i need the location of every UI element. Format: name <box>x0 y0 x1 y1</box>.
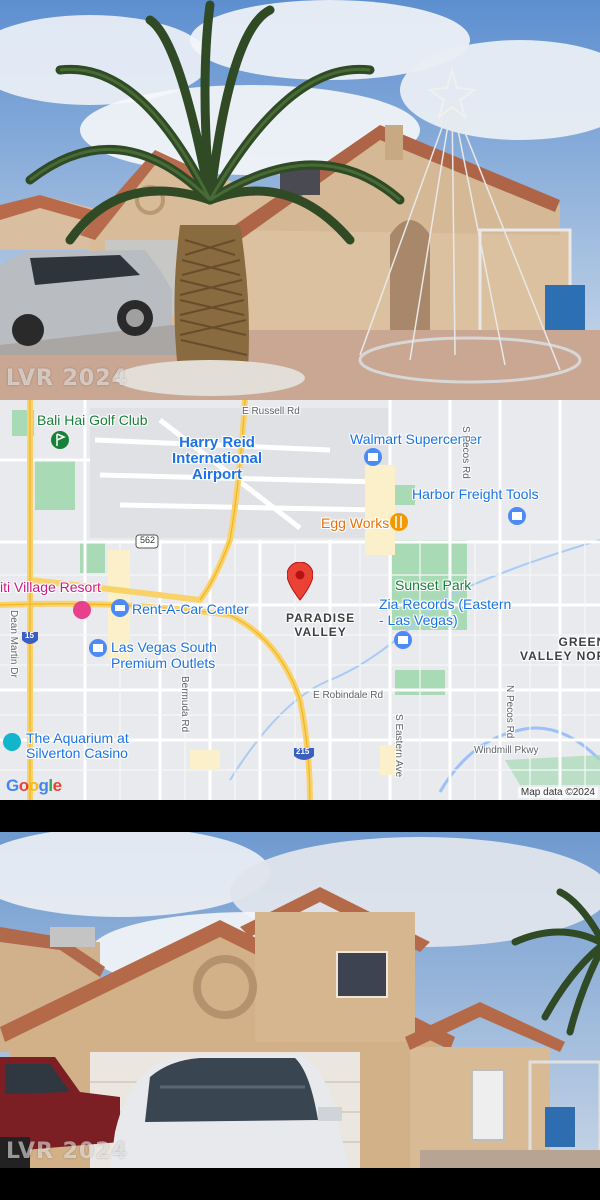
road-e-robindale-rd: E Robindale Rd <box>313 690 384 701</box>
poi-egg-works[interactable]: Egg Works <box>321 515 389 531</box>
outlets-label-line-1: Las Vegas South <box>111 639 217 655</box>
aquarium-label-line-2: Silverton Casino <box>26 745 128 761</box>
area-paradise-valley: PARADISE VALLEY <box>286 611 355 639</box>
paradise-label: PARADISE <box>286 611 356 625</box>
road-n-pecos-rd: N Pecos Rd <box>504 685 515 739</box>
poi-sunset-park[interactable]: Sunset Park <box>395 577 471 593</box>
poi-harry-reid-airport[interactable]: Harry Reid International Airport <box>172 435 262 483</box>
road-s-eastern-ave: S Eastern Ave <box>393 714 404 778</box>
aquarium-label-line-1: The Aquarium at <box>26 730 129 746</box>
poi-las-vegas-south-premium-outlets[interactable]: Las Vegas South Premium Outlets <box>111 639 217 671</box>
road-e-russell-rd: E Russell Rd <box>242 406 300 417</box>
listing-photo-front-house[interactable]: LVR 2024 <box>0 832 600 1168</box>
google-logo-letter: o <box>18 776 29 795</box>
google-logo: Google <box>6 776 62 796</box>
poi-harbor-freight-tools[interactable]: Harbor Freight Tools <box>412 486 539 502</box>
green-valley-line-1: GREEN <box>558 635 600 649</box>
road-bermuda-rd: Bermuda Rd <box>179 676 190 733</box>
watermark-text: LVR 2024 <box>6 366 128 391</box>
poi-tahiti-village-resort[interactable]: iti Village Resort <box>0 579 101 595</box>
road-dean-martin-dr: Dean Martin Dr <box>8 610 19 678</box>
location-map[interactable]: Bali Hai Golf Club Harry Reid Internatio… <box>0 400 600 800</box>
road-s-pecos-rd: S Pecos Rd <box>460 426 471 479</box>
poi-aquarium-silverton[interactable]: The Aquarium at Silverton Casino <box>26 731 129 761</box>
airport-label-line-3: Airport <box>192 466 242 483</box>
green-valley-line-2: VALLEY NOR <box>520 649 600 663</box>
route-562-label: 562 <box>140 535 156 545</box>
zia-label-line-2: - Las Vegas) <box>379 612 458 628</box>
google-logo-letter: e <box>52 776 62 795</box>
listing-photo-front-palm[interactable]: LVR 2024 <box>0 0 600 400</box>
area-green-valley-north: GREEN VALLEY NOR <box>520 635 600 663</box>
google-logo-letter: o <box>28 776 39 795</box>
map-attribution[interactable]: Map data ©2024 <box>517 787 598 798</box>
road-windmill-pkwy: Windmill Pkwy <box>474 745 539 756</box>
valley-label: VALLEY <box>294 625 347 639</box>
google-logo-letter: G <box>6 776 19 795</box>
google-logo-letter: g <box>38 776 49 795</box>
interstate-15-label: 15 <box>25 631 34 640</box>
interstate-215-label: 215 <box>296 747 310 756</box>
poi-rent-a-car-center[interactable]: Rent-A-Car Center <box>132 601 249 617</box>
poi-zia-records[interactable]: Zia Records (Eastern - Las Vegas) <box>379 596 511 628</box>
photo-house-truck-image <box>0 832 600 1168</box>
location-pin-icon[interactable] <box>287 562 313 602</box>
watermark-text: LVR 2024 <box>6 1139 128 1164</box>
outlets-label-line-2: Premium Outlets <box>111 655 216 671</box>
airport-label-line-1: Harry Reid <box>179 434 255 451</box>
airport-label-line-2: International <box>172 450 263 467</box>
zia-label-line-1: Zia Records (Eastern <box>379 596 512 612</box>
photo-palm-house-image <box>0 0 600 400</box>
poi-bali-hai-golf-club[interactable]: Bali Hai Golf Club <box>37 412 148 428</box>
